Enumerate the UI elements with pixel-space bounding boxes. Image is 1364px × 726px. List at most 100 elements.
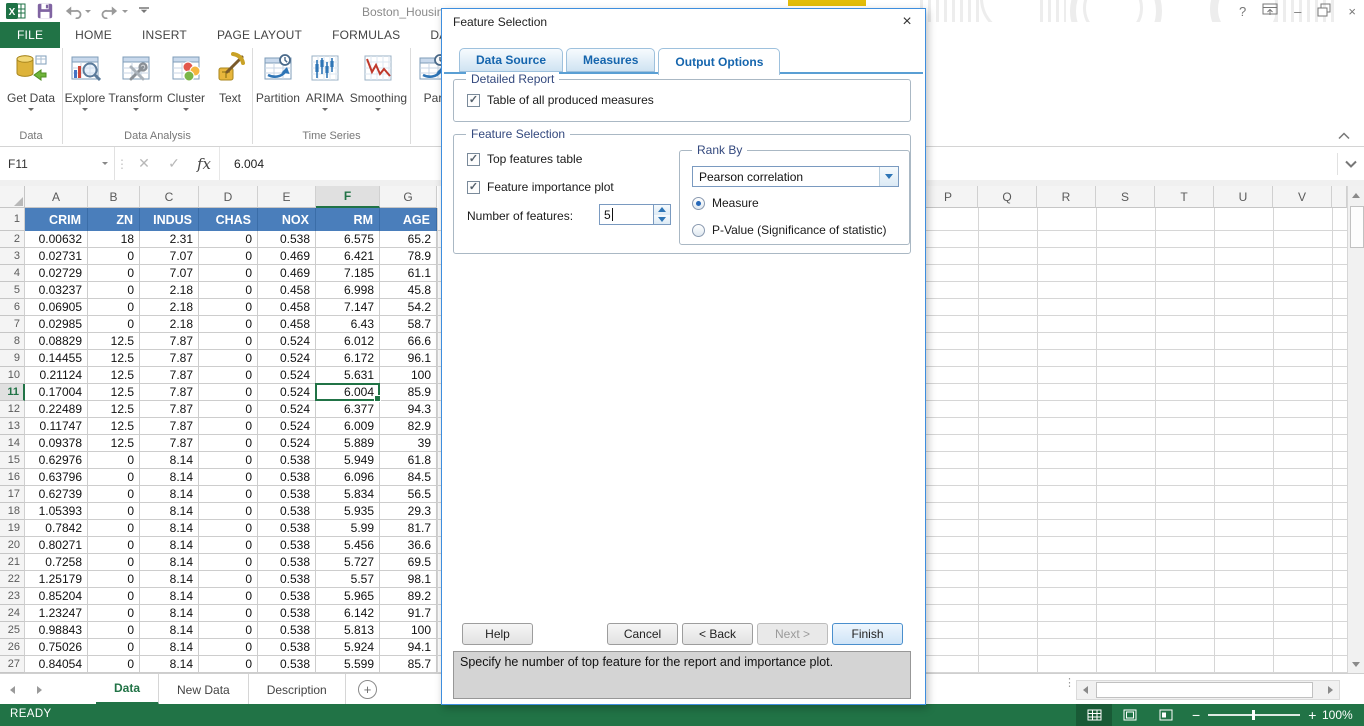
cell[interactable]: 0.62976 xyxy=(25,452,88,469)
cell[interactable]: 0.538 xyxy=(258,656,316,673)
cell[interactable]: 7.87 xyxy=(140,350,199,367)
cell[interactable]: 89.2 xyxy=(380,588,437,605)
ribbon-tab-formulas[interactable]: FORMULAS xyxy=(317,22,415,48)
cell[interactable]: 29.3 xyxy=(380,503,437,520)
feature-importance-plot-checkbox[interactable]: ✓ Feature importance plot xyxy=(467,180,614,194)
prev-sheet-icon[interactable] xyxy=(10,686,15,694)
cell[interactable]: 100 xyxy=(380,622,437,639)
cell[interactable]: 0 xyxy=(88,520,140,537)
vertical-scrollbar[interactable] xyxy=(1347,186,1364,673)
cell[interactable]: 0.00632 xyxy=(25,231,88,248)
p-value-radio[interactable]: P-Value (Significance of statistic) xyxy=(692,223,887,237)
table-of-measures-checkbox[interactable]: ✓ Table of all produced measures xyxy=(467,93,654,107)
cell[interactable]: 0.75026 xyxy=(25,639,88,656)
cell[interactable]: 0.06905 xyxy=(25,299,88,316)
cell[interactable]: 7.07 xyxy=(140,265,199,282)
page-layout-view-icon[interactable] xyxy=(1112,704,1148,726)
cell[interactable]: 54.2 xyxy=(380,299,437,316)
cell[interactable]: 5.599 xyxy=(316,656,380,673)
cell[interactable]: 0 xyxy=(199,435,258,452)
row-header-6[interactable]: 6 xyxy=(0,299,25,316)
cell[interactable]: 8.14 xyxy=(140,503,199,520)
row-header-10[interactable]: 10 xyxy=(0,367,25,384)
ribbon-tab-home[interactable]: HOME xyxy=(60,22,127,48)
cell[interactable]: 12.5 xyxy=(88,384,140,401)
cell[interactable]: 0 xyxy=(88,605,140,622)
row-header-7[interactable]: 7 xyxy=(0,316,25,333)
cell[interactable]: 0 xyxy=(199,282,258,299)
cell[interactable]: 0 xyxy=(199,248,258,265)
cell[interactable]: 6.009 xyxy=(316,418,380,435)
cell[interactable]: 0 xyxy=(88,282,140,299)
cell[interactable]: 94.1 xyxy=(380,639,437,656)
cell[interactable]: 6.421 xyxy=(316,248,380,265)
partition-button[interactable]: Partition xyxy=(254,52,302,111)
horizontal-scrollbar[interactable] xyxy=(1076,680,1340,700)
cell[interactable]: 0 xyxy=(199,622,258,639)
confirm-entry-icon[interactable]: ✓ xyxy=(159,155,189,172)
finish-button[interactable]: Finish xyxy=(832,623,903,645)
cell[interactable]: 6.012 xyxy=(316,333,380,350)
add-sheet-button[interactable]: + xyxy=(358,680,377,699)
cell[interactable]: 7.87 xyxy=(140,367,199,384)
cell[interactable]: 0 xyxy=(88,486,140,503)
cell[interactable]: 7.87 xyxy=(140,333,199,350)
cell[interactable]: 0.458 xyxy=(258,299,316,316)
cell[interactable]: 18 xyxy=(88,231,140,248)
cell[interactable]: 6.43 xyxy=(316,316,380,333)
sheet-tab-description[interactable]: Description xyxy=(249,674,346,705)
row-header-24[interactable]: 24 xyxy=(0,605,25,622)
row-header-4[interactable]: 4 xyxy=(0,265,25,282)
cell[interactable]: 0 xyxy=(88,265,140,282)
explore-button[interactable]: Explore xyxy=(63,52,107,111)
vertical-scrollbar-thumb[interactable] xyxy=(1350,206,1364,248)
cell[interactable]: 0.11747 xyxy=(25,418,88,435)
cell[interactable]: 8.14 xyxy=(140,486,199,503)
cell[interactable]: 0 xyxy=(88,639,140,656)
cell[interactable]: 0.524 xyxy=(258,333,316,350)
cell[interactable]: 2.18 xyxy=(140,299,199,316)
cell[interactable]: 0.03237 xyxy=(25,282,88,299)
cell[interactable]: 12.5 xyxy=(88,435,140,452)
cell[interactable]: 0.524 xyxy=(258,435,316,452)
cell[interactable]: 0.538 xyxy=(258,231,316,248)
cell[interactable]: 0 xyxy=(88,452,140,469)
par-button[interactable]: Par xyxy=(411,52,442,105)
cell[interactable]: 8.14 xyxy=(140,469,199,486)
cell[interactable]: 0 xyxy=(88,316,140,333)
row-header-9[interactable]: 9 xyxy=(0,350,25,367)
cell[interactable]: 0 xyxy=(199,231,258,248)
cell[interactable]: 0 xyxy=(199,350,258,367)
cell[interactable]: 0.524 xyxy=(258,418,316,435)
cell[interactable]: 0.538 xyxy=(258,605,316,622)
cell[interactable]: 2.18 xyxy=(140,282,199,299)
cell[interactable]: 5.456 xyxy=(316,537,380,554)
cell[interactable]: 0.7842 xyxy=(25,520,88,537)
tab-data-source[interactable]: Data Source xyxy=(459,48,563,72)
cell[interactable]: 6.377 xyxy=(316,401,380,418)
cell[interactable]: 0 xyxy=(199,554,258,571)
ribbon-display-options-icon[interactable] xyxy=(1262,3,1278,20)
row-header-21[interactable]: 21 xyxy=(0,554,25,571)
select-all-corner[interactable] xyxy=(0,186,25,208)
row-header-11[interactable]: 11 xyxy=(0,384,25,401)
cell[interactable]: 0 xyxy=(199,333,258,350)
cell[interactable]: 0 xyxy=(88,469,140,486)
tab-measures[interactable]: Measures xyxy=(566,48,655,72)
cell[interactable]: 8.14 xyxy=(140,605,199,622)
name-box-dropdown-icon[interactable] xyxy=(96,147,115,180)
cell[interactable]: 0 xyxy=(88,248,140,265)
cell[interactable]: 61.8 xyxy=(380,452,437,469)
column-header-D[interactable]: D xyxy=(199,186,258,208)
cell[interactable]: 0 xyxy=(199,418,258,435)
cell[interactable]: 7.185 xyxy=(316,265,380,282)
cell[interactable]: 7.87 xyxy=(140,401,199,418)
row-header-13[interactable]: 13 xyxy=(0,418,25,435)
row-header-5[interactable]: 5 xyxy=(0,282,25,299)
row-header-1[interactable]: 1 xyxy=(0,208,25,231)
checkbox-icon[interactable]: ✓ xyxy=(467,181,480,194)
help-icon[interactable]: ? xyxy=(1239,4,1246,19)
next-sheet-icon[interactable] xyxy=(37,686,42,694)
cell[interactable]: 0 xyxy=(199,384,258,401)
cell[interactable]: 0.524 xyxy=(258,350,316,367)
